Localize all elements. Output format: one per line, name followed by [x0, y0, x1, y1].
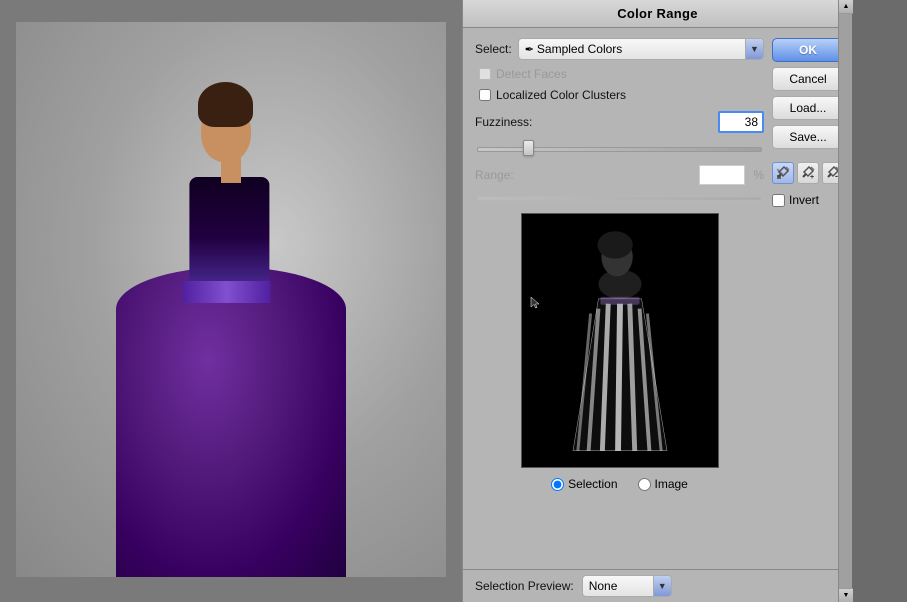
- ok-button[interactable]: OK: [772, 38, 844, 62]
- selection-radio-text: Selection: [568, 477, 617, 491]
- cancel-button[interactable]: Cancel: [772, 67, 844, 91]
- dialog-title-text: Color Range: [617, 6, 698, 21]
- load-button[interactable]: Load...: [772, 96, 844, 120]
- dress-skirt: [116, 267, 346, 577]
- image-radio-label[interactable]: Image: [638, 477, 688, 491]
- save-button-label: Save...: [789, 130, 826, 144]
- dialog-main-controls: Select: ✒ Sampled Colors ▼ Detect Faces …: [475, 38, 764, 563]
- select-row: Select: ✒ Sampled Colors ▼: [475, 38, 764, 60]
- image-radio-text: Image: [655, 477, 688, 491]
- fuzziness-slider[interactable]: [477, 140, 762, 156]
- dress-sash: [183, 281, 271, 303]
- save-button[interactable]: Save...: [772, 125, 844, 149]
- bottom-bar: Selection Preview: None ▼: [463, 569, 852, 602]
- detect-faces-row: Detect Faces: [479, 67, 764, 81]
- svg-text:+: +: [810, 174, 814, 180]
- image-radio[interactable]: [638, 478, 651, 491]
- selection-preview-label: Selection Preview:: [475, 579, 574, 593]
- ok-button-label: OK: [799, 43, 817, 57]
- scroll-up-button[interactable]: ▲: [839, 0, 853, 14]
- scrollbar[interactable]: ▲ ▼: [838, 0, 852, 602]
- dialog-button-panel: OK Cancel Load... Save...: [772, 38, 844, 563]
- localized-clusters-checkbox[interactable]: [479, 89, 491, 101]
- eyedropper-tools-row: + -: [772, 162, 844, 184]
- eyedropper-sample-icon: [776, 166, 790, 180]
- photo-canvas: [16, 22, 446, 577]
- eyedropper-add-icon: +: [801, 166, 815, 180]
- select-dropdown[interactable]: ✒ Sampled Colors ▼: [518, 38, 764, 60]
- detect-faces-checkbox[interactable]: [479, 68, 491, 80]
- selection-preview-dropdown[interactable]: None ▼: [582, 575, 672, 597]
- selection-preview-arrow-icon[interactable]: ▼: [653, 576, 671, 596]
- localized-clusters-label: Localized Color Clusters: [496, 88, 626, 102]
- scroll-down-button[interactable]: ▼: [839, 588, 853, 602]
- photo-panel: [0, 0, 462, 602]
- fuzziness-row: Fuzziness:: [475, 111, 764, 133]
- fuzziness-input[interactable]: [718, 111, 764, 133]
- dropdown-arrow-icon[interactable]: ▼: [745, 39, 763, 59]
- preview-box[interactable]: [521, 213, 719, 468]
- preview-mode-group: Selection Image: [475, 477, 764, 491]
- color-range-dialog: Color Range Select: ✒ Sampled Colors ▼: [462, 0, 852, 602]
- range-input[interactable]: [699, 165, 745, 185]
- load-button-label: Load...: [790, 101, 827, 115]
- invert-label: Invert: [789, 193, 819, 207]
- invert-checkbox[interactable]: [772, 194, 785, 207]
- selection-preview-value: None: [589, 579, 653, 593]
- dress-bodice: [189, 177, 269, 297]
- select-value: Sampled Colors: [537, 42, 745, 56]
- detect-faces-label: Detect Faces: [496, 67, 567, 81]
- range-slider: [477, 192, 762, 204]
- preview-svg: [522, 214, 718, 467]
- select-label: Select:: [475, 42, 512, 56]
- fuzziness-label: Fuzziness:: [475, 115, 532, 129]
- range-label: Range:: [475, 168, 514, 182]
- range-percent: %: [753, 168, 764, 182]
- slider-thumb[interactable]: [523, 140, 534, 156]
- eyedropper-sample-button[interactable]: [772, 162, 794, 184]
- cancel-button-label: Cancel: [789, 72, 826, 86]
- localized-clusters-row: Localized Color Clusters: [479, 88, 764, 102]
- slider-track: [477, 147, 762, 152]
- person-hair: [198, 82, 253, 127]
- eyedropper-add-button[interactable]: +: [797, 162, 819, 184]
- invert-row: Invert: [772, 193, 844, 207]
- eyedropper-icon: ✒: [525, 43, 534, 56]
- selection-radio-label[interactable]: Selection: [551, 477, 617, 491]
- selection-radio[interactable]: [551, 478, 564, 491]
- dialog-title: Color Range: [463, 0, 852, 28]
- range-slider-track: [477, 196, 762, 201]
- range-row: Range: %: [475, 165, 764, 185]
